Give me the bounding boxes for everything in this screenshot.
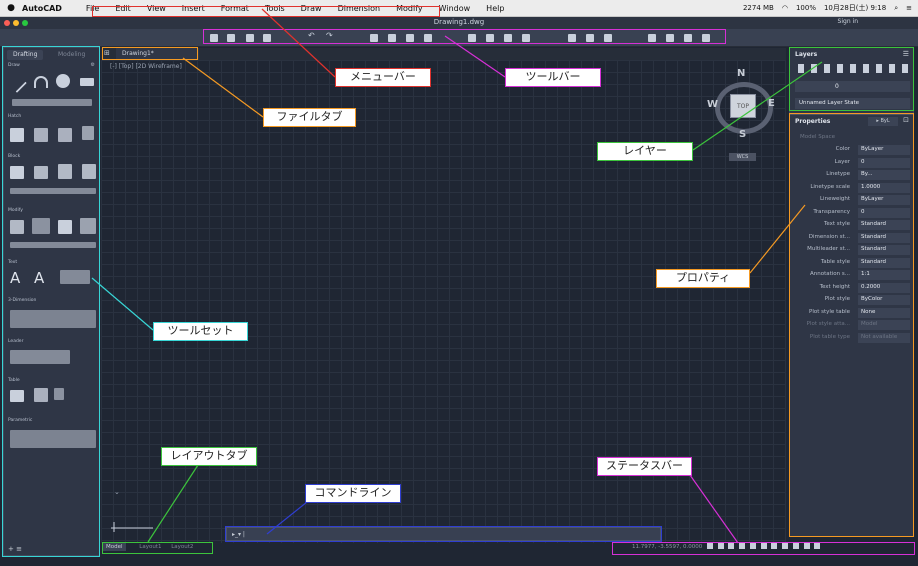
callout-menubar: メニューバー [335,68,431,87]
callout-filetab: ファイルタブ [263,108,356,127]
callout-leader-lines [91,8,823,544]
callout-statusbar: ステータスバー [597,457,692,476]
callout-commandline: コマンドライン [305,484,401,503]
callout-layer: レイヤー [597,142,693,161]
callout-layouttab: レイアウトタブ [161,447,257,466]
callout-toolbar: ツールバー [505,68,601,87]
callout-toolset: ツールセット [153,322,248,341]
callout-property: プロパティ [656,269,750,288]
